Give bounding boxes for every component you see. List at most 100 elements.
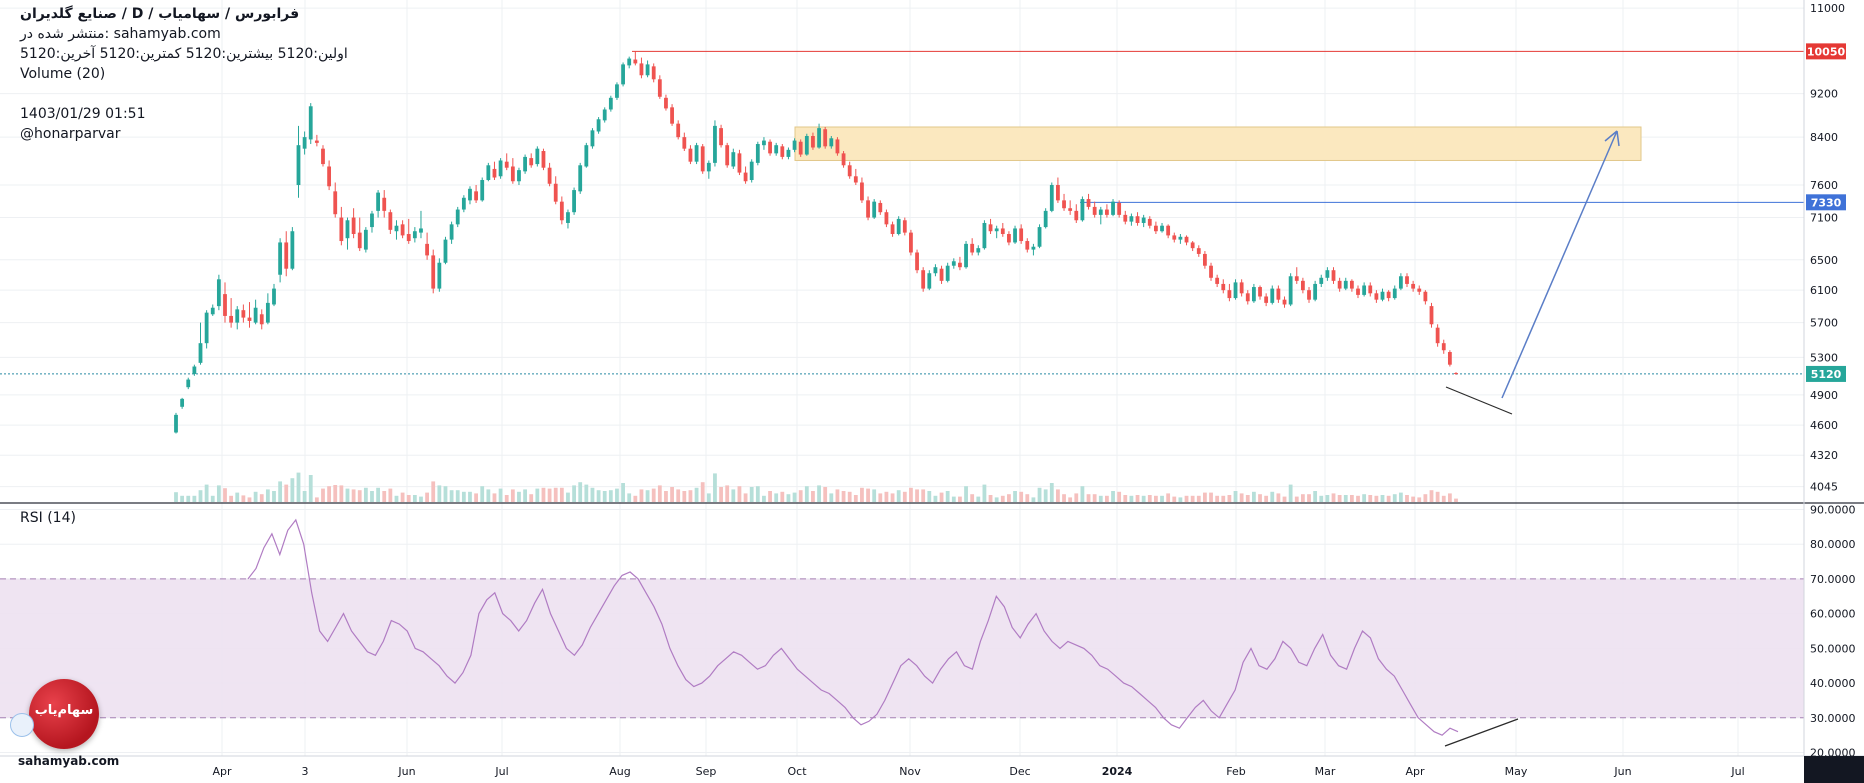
candle-body <box>1313 283 1318 300</box>
supply-zone <box>794 126 1642 161</box>
volume-bar <box>327 486 332 502</box>
volume-bar <box>939 492 944 502</box>
author-handle: @honarparvar <box>20 126 121 142</box>
candle-body <box>1190 242 1195 249</box>
candle-body <box>1264 296 1269 303</box>
candle-body <box>1098 209 1103 215</box>
volume-bar <box>1386 495 1391 502</box>
volume-bar <box>590 487 595 502</box>
candle-body <box>192 366 197 374</box>
candle-body <box>1405 276 1409 284</box>
candle-body <box>1154 225 1158 232</box>
volume-bar <box>553 487 558 502</box>
rsi-tick: 70.0000 <box>1810 573 1856 586</box>
volume-bar <box>1300 494 1305 502</box>
volume-bar <box>621 483 625 502</box>
volume-bar <box>1429 490 1434 502</box>
volume-bar <box>357 490 362 502</box>
candle-body <box>345 220 350 239</box>
candle-body <box>835 139 840 154</box>
candle-body <box>608 97 613 110</box>
volume-bar <box>1080 486 1085 502</box>
volume-bar <box>774 493 779 502</box>
candle-body <box>682 137 687 149</box>
candle-body <box>1092 206 1097 215</box>
volume-bar <box>486 489 491 502</box>
candle-body <box>1392 288 1397 299</box>
volume-bar <box>492 493 497 502</box>
price-trendline <box>1445 386 1513 415</box>
volume-bar <box>1209 492 1213 502</box>
candle-body <box>860 182 864 201</box>
volume-bar <box>1105 495 1109 502</box>
candle-body <box>406 234 411 242</box>
rsi-tick: 60.0000 <box>1810 608 1856 621</box>
candle-body <box>327 166 332 187</box>
candle-body <box>1300 280 1305 291</box>
volume-bar <box>737 486 742 502</box>
candle-body <box>792 140 797 150</box>
candle-body <box>1386 291 1391 299</box>
candle-body <box>902 220 907 233</box>
volume-bar <box>964 486 968 502</box>
volume-bar <box>694 487 699 502</box>
candle-body <box>1245 293 1250 302</box>
volume-bar <box>1154 495 1158 502</box>
volume-bar <box>1380 495 1385 502</box>
candle-body <box>811 136 815 148</box>
volume-bar <box>474 493 478 502</box>
volume-bar <box>792 492 797 502</box>
volume-bar <box>1196 495 1201 502</box>
candle-body <box>755 144 760 163</box>
candle-body <box>1337 280 1342 289</box>
volume-bar <box>798 490 803 502</box>
price-tick: 11000 <box>1810 2 1845 15</box>
candle-body <box>596 119 601 132</box>
candle-body <box>651 66 656 80</box>
volume-bar <box>290 478 295 502</box>
candle-body <box>804 136 809 155</box>
candle-body <box>566 212 570 223</box>
candle-body <box>498 160 503 177</box>
candle-body <box>817 128 821 148</box>
price-tag-last: 5120 <box>1811 368 1842 381</box>
candle-body <box>1251 287 1256 302</box>
candle-body <box>363 229 368 250</box>
candle-body <box>780 146 785 157</box>
volume-bar <box>1221 495 1226 502</box>
candle-body <box>1147 218 1152 226</box>
candle-body <box>1380 291 1385 300</box>
volume-bar <box>768 491 772 502</box>
volume-bar <box>1392 494 1397 502</box>
volume-bar <box>1405 495 1409 502</box>
candle-body <box>1447 352 1452 365</box>
volume-bar <box>1031 497 1036 502</box>
candle-body <box>541 151 546 168</box>
candle-body <box>419 228 423 233</box>
volume-bar <box>174 492 178 502</box>
volume-bar <box>639 489 644 502</box>
volume-bar <box>241 495 246 502</box>
volume-bar <box>1435 491 1440 502</box>
volume-bar <box>253 491 258 502</box>
volume-bar <box>498 488 503 502</box>
candle-body <box>1172 235 1177 240</box>
price-tag-level: 7330 <box>1811 196 1842 209</box>
candle-body <box>388 212 393 230</box>
volume-label: Volume (20) <box>20 66 106 82</box>
candle-body <box>872 201 877 218</box>
volume-bar <box>461 491 466 502</box>
volume-bar <box>994 497 999 502</box>
candle-body <box>253 307 258 323</box>
candle-body <box>302 137 307 149</box>
candle-body <box>1062 200 1066 209</box>
volume-bar <box>431 481 436 502</box>
volume-bar <box>235 492 240 502</box>
volume-bar <box>1233 491 1238 502</box>
candle-body <box>229 315 234 323</box>
candle-body <box>216 279 221 307</box>
candle-body <box>1135 216 1140 223</box>
candle-body <box>590 130 595 147</box>
volume-bar <box>921 489 926 502</box>
volume-bar <box>186 495 191 502</box>
